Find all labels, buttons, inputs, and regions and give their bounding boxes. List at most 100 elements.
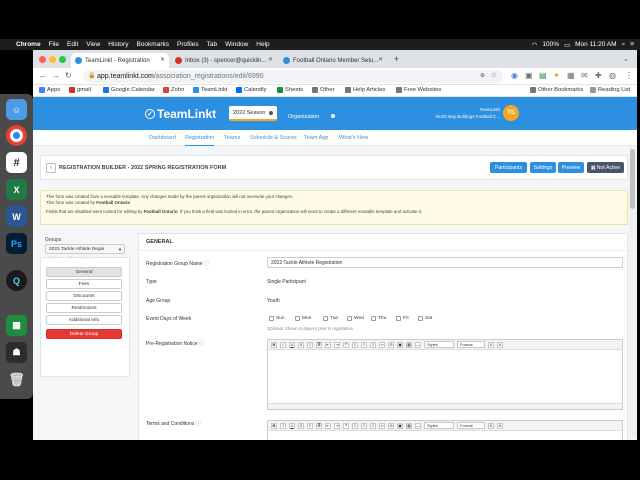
horizontal-rule-icon[interactable]: — [415,422,421,429]
bookmark-zoho[interactable]: Zoho [163,87,184,93]
group-name-input[interactable]: 2022 Tackle Athlete Registration [267,257,623,268]
slack-icon[interactable]: # [6,152,27,173]
checkbox[interactable] [269,316,274,321]
extension-icon[interactable]: ✉ [581,71,588,80]
lock-icon[interactable]: 🔒 [88,72,95,79]
outdent-icon[interactable]: ⇤ [325,341,331,348]
format-dropdown[interactable]: Format [457,422,485,429]
teamlinkt-logo[interactable]: ✓ TeamLinkt [145,107,216,121]
align-left-icon[interactable]: ≡ [352,341,358,348]
menu-tab[interactable]: Tab [207,41,217,48]
checkbox[interactable] [418,316,423,321]
nav-dashboard[interactable]: Dashboard [149,130,176,146]
tab-football-ontario[interactable]: Football Ontario Member Setu... ✕ [279,53,387,68]
bookmark-other[interactable]: Other [312,87,335,93]
bookmark-help-articles[interactable]: Help Articles [345,87,385,93]
wifi-icon[interactable]: ◠ [532,41,538,49]
day-tue[interactable]: Tue [323,316,338,321]
profile-icon[interactable]: ◍ [609,71,616,80]
reload-icon[interactable]: ↻ [65,71,72,80]
nav-team-app[interactable]: Team App [304,130,328,146]
battery-icon[interactable]: ▭ [564,41,570,49]
word-icon[interactable]: W [6,206,27,227]
menu-general[interactable]: General [46,267,122,277]
menu-file[interactable]: File [49,41,59,48]
pre-registration-editor[interactable]: B I U S ≡ ≣ ⇤ ⇥ ❝ ≡ ≡ ≡ ∞ ⊘ ▣ ▦ — Styles… [267,339,623,410]
extension-icon[interactable]: ◉ [511,71,518,80]
day-sat[interactable]: Sat [418,316,432,321]
quicktime-icon[interactable]: Q [6,270,27,291]
editor-resize-bar[interactable] [268,403,622,409]
extension-icon[interactable]: ▦ [567,71,575,80]
chrome-icon[interactable] [6,125,27,146]
extensions-puzzle-icon[interactable]: ✚ [595,71,602,80]
extension-icon[interactable]: ✦ [553,71,560,80]
image-icon[interactable]: ▣ [397,341,403,348]
address-bar[interactable]: 🔒 app.teamlinkt.com /association_registr… [83,70,503,83]
zoom-icon[interactable]: ⊕ [480,72,485,79]
bookmark-apps[interactable]: Apps [39,87,60,93]
menu-profiles[interactable]: Profiles [177,41,199,48]
menu-edit[interactable]: Edit [67,41,78,48]
terms-editor[interactable]: B I U S ≡ ≣ ⇤ ⇥ ❝ ≡ ≡ ≡ ∞ ⊘ ▣ ▦ — Styles… [267,420,623,440]
delete-group-button[interactable]: Delete Group [46,329,122,339]
nav-registration[interactable]: Registration [185,130,215,146]
bold-icon[interactable]: B [271,341,277,348]
menu-history[interactable]: History [108,41,128,48]
photoshop-icon[interactable]: Ps [6,233,27,254]
close-tab-icon[interactable]: ✕ [268,56,273,63]
excel-icon[interactable]: X [6,179,27,200]
blockquote-icon[interactable]: ❝ [343,422,349,429]
horizontal-rule-icon[interactable]: — [415,341,421,348]
settings-button[interactable]: Settings [530,162,556,173]
bookmark-teamlinkt[interactable]: TeamLinkt [193,87,227,93]
sheets-icon[interactable]: ▦ [6,315,27,336]
menu-app-name[interactable]: Chrome [16,41,41,48]
editor-body[interactable] [268,431,622,440]
tab-search-icon[interactable]: ⌄ [623,55,629,63]
unlink-icon[interactable]: ⊘ [388,422,394,429]
scrollbar-thumb[interactable] [630,149,635,209]
text-color-icon[interactable]: A [488,341,494,348]
bookmark-other-bookmarks[interactable]: Other Bookmarks [530,87,583,93]
checkbox[interactable] [323,316,328,321]
participants-button[interactable]: Participants [490,162,527,173]
menu-window[interactable]: Window [225,41,248,48]
indent-icon[interactable]: ⇥ [334,341,340,348]
align-right-icon[interactable]: ≡ [370,341,376,348]
bookmark-google-calendar[interactable]: Google Calendar [103,87,155,93]
close-tab-icon[interactable]: ✕ [160,56,165,63]
day-fri[interactable]: Fri [396,316,409,321]
outdent-icon[interactable]: ⇤ [325,422,331,429]
checkbox[interactable] [396,316,401,321]
editor-body[interactable] [268,350,622,403]
align-center-icon[interactable]: ≡ [361,422,367,429]
trash-icon[interactable]: 🗑 [6,369,27,390]
menu-additional-info[interactable]: Additional Info [46,315,122,325]
strikethrough-icon[interactable]: S [298,341,304,348]
strikethrough-icon[interactable]: S [298,422,304,429]
menu-restrictions[interactable]: Restrictions [46,303,122,313]
back-button[interactable]: ‹ [46,163,56,173]
clock[interactable]: Mon 11:20 AM [575,41,616,48]
day-thu[interactable]: Thu [371,316,386,321]
user-info[interactable]: TeamLinkt North Bay Bulldogs Football C.… [428,106,500,120]
not-active-button[interactable]: ▦ Not Active [587,162,624,173]
bookmark-free-websites[interactable]: Free Websites [396,87,441,93]
extension-icon[interactable]: ▣ [525,71,533,80]
numbered-list-icon[interactable]: ≡ [307,341,313,348]
align-center-icon[interactable]: ≡ [361,341,367,348]
image-icon[interactable]: ▣ [397,422,403,429]
more-menu-icon[interactable]: ⋮ [625,71,633,80]
bookmark-gmail[interactable]: gmail [69,87,91,93]
menu-discounts[interactable]: Discounts [46,291,122,301]
text-color-icon[interactable]: A [488,422,494,429]
underline-icon[interactable]: U [289,422,295,429]
maximize-window-icon[interactable] [59,56,66,63]
align-left-icon[interactable]: ≡ [352,422,358,429]
info-icon[interactable]: ⓘ [204,261,209,267]
minimize-window-icon[interactable] [49,56,56,63]
info-icon[interactable]: ⓘ [199,341,204,347]
tab-teamlinkt[interactable]: TeamLinkt - Registration ✕ [71,53,169,68]
styles-dropdown[interactable]: Styles [424,422,454,429]
